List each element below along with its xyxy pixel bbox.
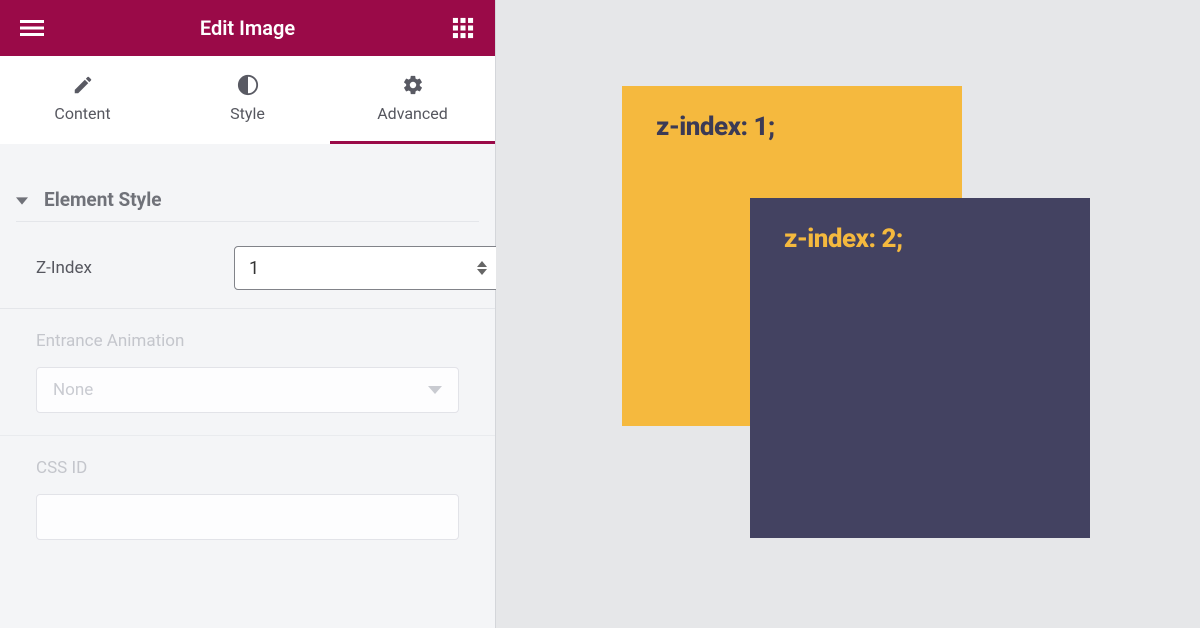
field-css-id: CSS ID [0,436,495,562]
entrance-animation-value: None [53,380,93,400]
zindex-stepper [477,261,491,275]
tabs: Content Style Advanced [0,56,495,144]
box1-label: z-index: 1; [622,86,962,168]
chevron-down-icon [428,386,442,394]
stepper-up-icon[interactable] [477,261,487,267]
apps-icon[interactable] [449,14,477,42]
panel-header: Edit Image [0,0,495,56]
section-toggle-element-style[interactable]: Element Style [16,178,479,222]
cssid-input[interactable] [36,494,459,540]
entrance-animation-label: Entrance Animation [36,331,459,351]
entrance-animation-select[interactable]: None [36,367,459,413]
gear-icon [402,74,424,96]
preview-canvas: z-index: 1; z-index: 2; [496,0,1200,628]
contrast-icon [237,74,259,96]
panel-title: Edit Image [46,16,449,40]
zindex-demo-box-2: z-index: 2; [750,198,1090,538]
tab-style-label: Style [230,104,265,123]
box2-label: z-index: 2; [750,198,1090,280]
zindex-input-wrap [234,246,502,290]
tab-advanced-label: Advanced [377,104,448,123]
zindex-label: Z-Index [36,258,216,278]
stepper-down-icon[interactable] [477,269,487,275]
field-entrance-animation: Entrance Animation None [0,309,495,436]
menu-icon[interactable] [18,14,46,42]
tab-content[interactable]: Content [0,56,165,144]
field-zindex: Z-Index [0,222,495,309]
section-title: Element Style [44,188,161,211]
tab-advanced[interactable]: Advanced [330,56,495,144]
cssid-label: CSS ID [36,458,459,478]
tab-style[interactable]: Style [165,56,330,144]
tab-content-label: Content [54,104,110,123]
caret-down-icon [16,190,30,209]
editor-panel: Edit Image Content Style [0,0,496,628]
pencil-icon [72,74,94,96]
zindex-input[interactable] [249,258,477,279]
